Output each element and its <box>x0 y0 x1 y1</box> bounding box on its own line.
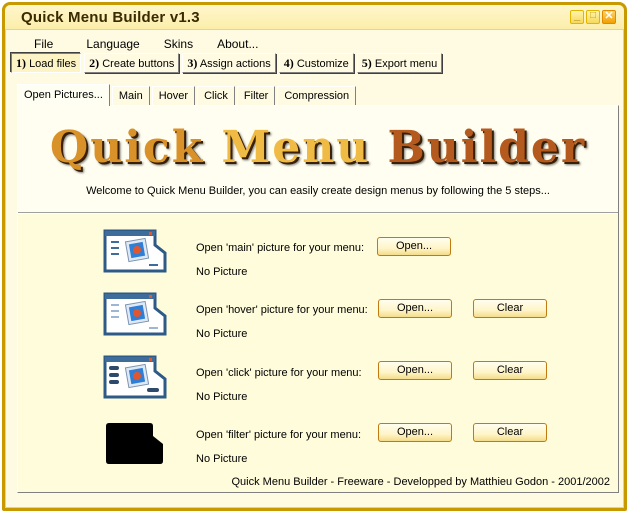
tab-filter[interactable]: Filter <box>236 86 276 105</box>
open-main-button[interactable]: Open... <box>377 237 451 256</box>
logo-word-builder: Builder <box>387 122 587 173</box>
maximize-icon: □ <box>589 10 597 21</box>
close-button[interactable]: ✕ <box>602 10 616 24</box>
footer-credits: Quick Menu Builder - Freeware - Developp… <box>231 476 611 488</box>
window-picture-icon <box>103 229 167 273</box>
window-controls: _ □ ✕ <box>570 10 616 24</box>
step-customize-button[interactable]: 4) Customize <box>278 53 354 73</box>
maximize-button[interactable]: □ <box>586 10 600 24</box>
step-label: Create buttons <box>102 58 175 70</box>
step-export-menu-button[interactable]: 5) Export menu <box>356 53 443 73</box>
welcome-text: Welcome to Quick Menu Builder, you can e… <box>86 185 550 197</box>
main-picture-status: No Picture <box>196 266 248 278</box>
step-label: Assign actions <box>199 58 271 70</box>
step-number: 4) <box>283 56 294 70</box>
menu-bar: File Language Skins About... <box>15 35 258 53</box>
step-load-files-button[interactable]: 1) Load files <box>11 53 82 73</box>
step-label: Export menu <box>374 58 438 70</box>
open-click-button[interactable]: Open... <box>378 361 452 380</box>
filter-picture-status: No Picture <box>196 453 248 465</box>
steps-toolbar: 1) Load files 2) Create buttons 3) Assig… <box>11 53 443 73</box>
step-label: Load files <box>29 58 77 70</box>
tab-compression[interactable]: Compression <box>277 86 357 105</box>
open-pictures-panel: Quick Menu Builder Welcome to Quick Menu… <box>17 105 619 493</box>
click-picture-label: Open 'click' picture for your menu: <box>196 367 362 379</box>
clear-filter-button[interactable]: Clear <box>473 423 547 442</box>
app-window: Quick Menu Builder v1.3 _ □ ✕ File Langu… <box>2 2 627 511</box>
open-hover-button[interactable]: Open... <box>378 299 452 318</box>
step-label: Customize <box>296 58 349 70</box>
step-number: 3) <box>187 56 198 70</box>
step-number: 5) <box>361 56 372 70</box>
open-filter-button[interactable]: Open... <box>378 423 452 442</box>
window-picture-hover-icon <box>103 292 167 336</box>
tab-open-pictures[interactable]: Open Pictures... <box>17 84 110 106</box>
banner: Quick Menu Builder Welcome to Quick Menu… <box>18 106 618 213</box>
close-icon: ✕ <box>604 10 614 22</box>
filter-mask-icon <box>106 423 163 464</box>
window-picture-click-icon <box>103 355 167 399</box>
app-logo: Quick Menu Builder <box>18 122 618 173</box>
menu-language[interactable]: Language <box>86 35 139 53</box>
title-bar[interactable]: Quick Menu Builder v1.3 _ □ ✕ <box>5 5 624 30</box>
tab-hover[interactable]: Hover <box>151 86 196 105</box>
minimize-button[interactable]: _ <box>570 10 584 24</box>
menu-file[interactable]: File <box>34 35 53 53</box>
window-title: Quick Menu Builder v1.3 <box>21 9 200 26</box>
clear-click-button[interactable]: Clear <box>473 361 547 380</box>
tab-click[interactable]: Click <box>197 86 235 105</box>
minimize-icon: _ <box>573 10 581 22</box>
filter-picture-label: Open 'filter' picture for your menu: <box>196 429 361 441</box>
picture-row-main: Open 'main' picture for your menu: No Pi… <box>18 228 618 288</box>
hover-picture-label: Open 'hover' picture for your menu: <box>196 304 368 316</box>
logo-word-quick: Quick <box>49 122 205 173</box>
clear-hover-button[interactable]: Clear <box>473 299 547 318</box>
hover-picture-status: No Picture <box>196 328 248 340</box>
tab-bar: Open Pictures... Main Hover Click Filter… <box>17 84 358 106</box>
menu-about[interactable]: About... <box>217 35 258 53</box>
click-picture-status: No Picture <box>196 391 248 403</box>
step-create-buttons-button[interactable]: 2) Create buttons <box>84 53 180 73</box>
step-number: 1) <box>16 56 26 70</box>
picture-row-filter: Open 'filter' picture for your menu: No … <box>18 416 618 476</box>
picture-row-click: Open 'click' picture for your menu: No P… <box>18 354 618 414</box>
step-number: 2) <box>89 56 100 70</box>
menu-skins[interactable]: Skins <box>164 35 193 53</box>
tab-main[interactable]: Main <box>111 86 150 105</box>
picture-row-hover: Open 'hover' picture for your menu: No P… <box>18 291 618 351</box>
logo-word-menu: Menu <box>221 122 371 173</box>
step-assign-actions-button[interactable]: 3) Assign actions <box>182 53 276 73</box>
main-picture-label: Open 'main' picture for your menu: <box>196 242 365 254</box>
